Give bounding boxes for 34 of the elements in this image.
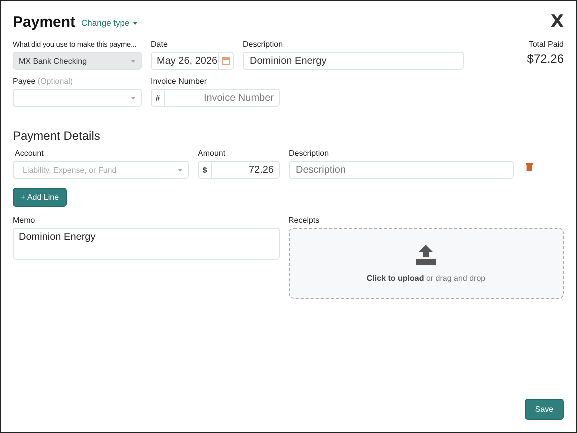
section-heading: Payment Details: [13, 129, 102, 143]
date-field[interactable]: May 26, 2026: [151, 52, 234, 70]
text-input[interactable]: Dominion Energy: [243, 52, 464, 70]
upload-instructions: Click to upload or drag and drop: [366, 274, 486, 282]
calendar-icon: [222, 57, 230, 65]
currency-prefix: $: [198, 161, 212, 179]
memo-field[interactable]: Dominion Energy: [13, 228, 280, 260]
field-label: Invoice Number: [151, 77, 208, 86]
trash-icon[interactable]: [526, 163, 533, 171]
field-label: Description: [243, 40, 284, 49]
change-type-dropdown[interactable]: Change type: [82, 18, 138, 28]
dialog-title: Payment: [13, 14, 76, 30]
total-label: Total Paid: [528, 40, 564, 49]
field-label: Payee (Optional): [13, 77, 74, 86]
upload-dropzone[interactable]: Click to upload or drag and drop: [288, 228, 564, 299]
field-label: Date: [151, 40, 169, 49]
caret-icon: [131, 60, 136, 62]
column-label: Description: [289, 149, 330, 158]
caret-icon: [178, 168, 183, 172]
upload-icon: [416, 244, 436, 264]
close-button[interactable]: X: [550, 14, 564, 30]
invoice-number-field[interactable]: Invoice Number: [165, 89, 280, 107]
total-amount: $72.26: [527, 52, 564, 66]
add-line-button[interactable]: + Add Line: [13, 188, 68, 207]
field-label: Receipts: [288, 216, 321, 225]
save-button[interactable]: Save: [525, 399, 564, 420]
caret-icon: [131, 96, 136, 100]
caret-icon: [132, 22, 138, 24]
amount-field[interactable]: 72.26: [212, 161, 280, 179]
column-label: Account: [14, 149, 45, 158]
description-field[interactable]: Description: [289, 161, 514, 179]
column-label: Amount: [198, 149, 227, 158]
hash-prefix: #: [151, 89, 165, 107]
field-label: Memo: [13, 216, 36, 225]
